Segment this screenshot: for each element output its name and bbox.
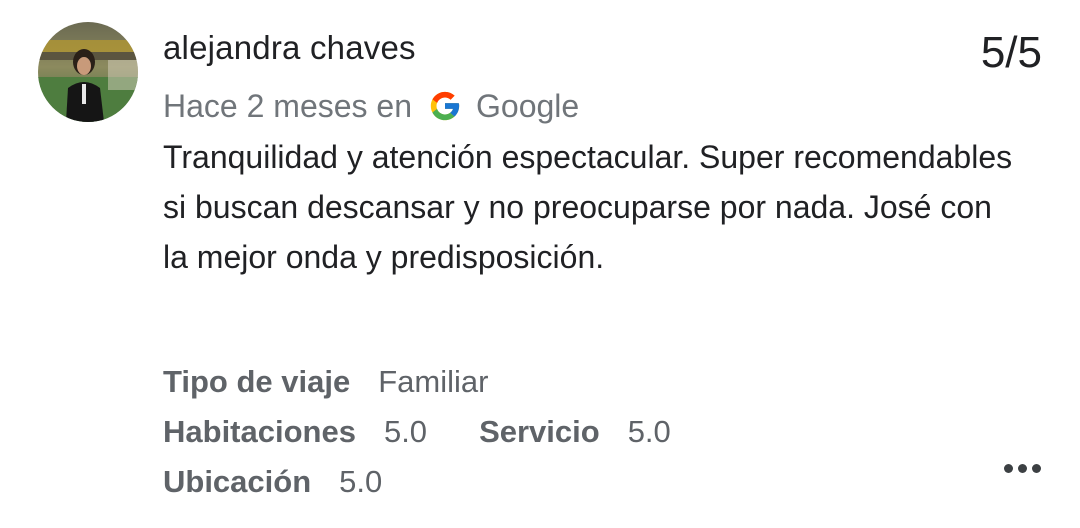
rating-score: 5/5 xyxy=(980,28,1042,77)
location-label: Ubicación xyxy=(163,464,312,499)
more-options-button[interactable] xyxy=(994,448,1050,488)
reviewer-name[interactable]: alejandra chaves xyxy=(163,28,416,68)
google-g-icon xyxy=(428,89,462,123)
review-time: Hace 2 meses en xyxy=(163,87,413,124)
trip-type-value: Familiar xyxy=(378,364,489,399)
avatar[interactable] xyxy=(38,22,138,122)
review-source: Google xyxy=(476,87,580,124)
more-horizontal-icon xyxy=(1003,463,1013,473)
service-value: 5.0 xyxy=(627,414,671,449)
review-attributes: Tipo de viaje Familiar Habitaciones 5.0 … xyxy=(163,357,671,507)
review-card: alejandra chaves 5/5 Hace 2 meses en Goo… xyxy=(0,0,1080,528)
trip-type-label: Tipo de viaje xyxy=(163,364,351,399)
rooms-value: 5.0 xyxy=(383,414,428,449)
location-value: 5.0 xyxy=(339,464,383,499)
attribute-row: Ubicación 5.0 xyxy=(163,457,671,507)
service-label: Servicio xyxy=(479,414,600,449)
review-meta: Hace 2 meses en Google xyxy=(163,86,579,126)
review-text: Tranquilidad y atención espectacular. Su… xyxy=(163,139,1013,275)
attribute-row: Tipo de viaje Familiar xyxy=(163,357,671,407)
attribute-row: Habitaciones 5.0 Servicio 5.0 xyxy=(163,407,671,457)
rooms-label: Habitaciones xyxy=(163,414,356,449)
